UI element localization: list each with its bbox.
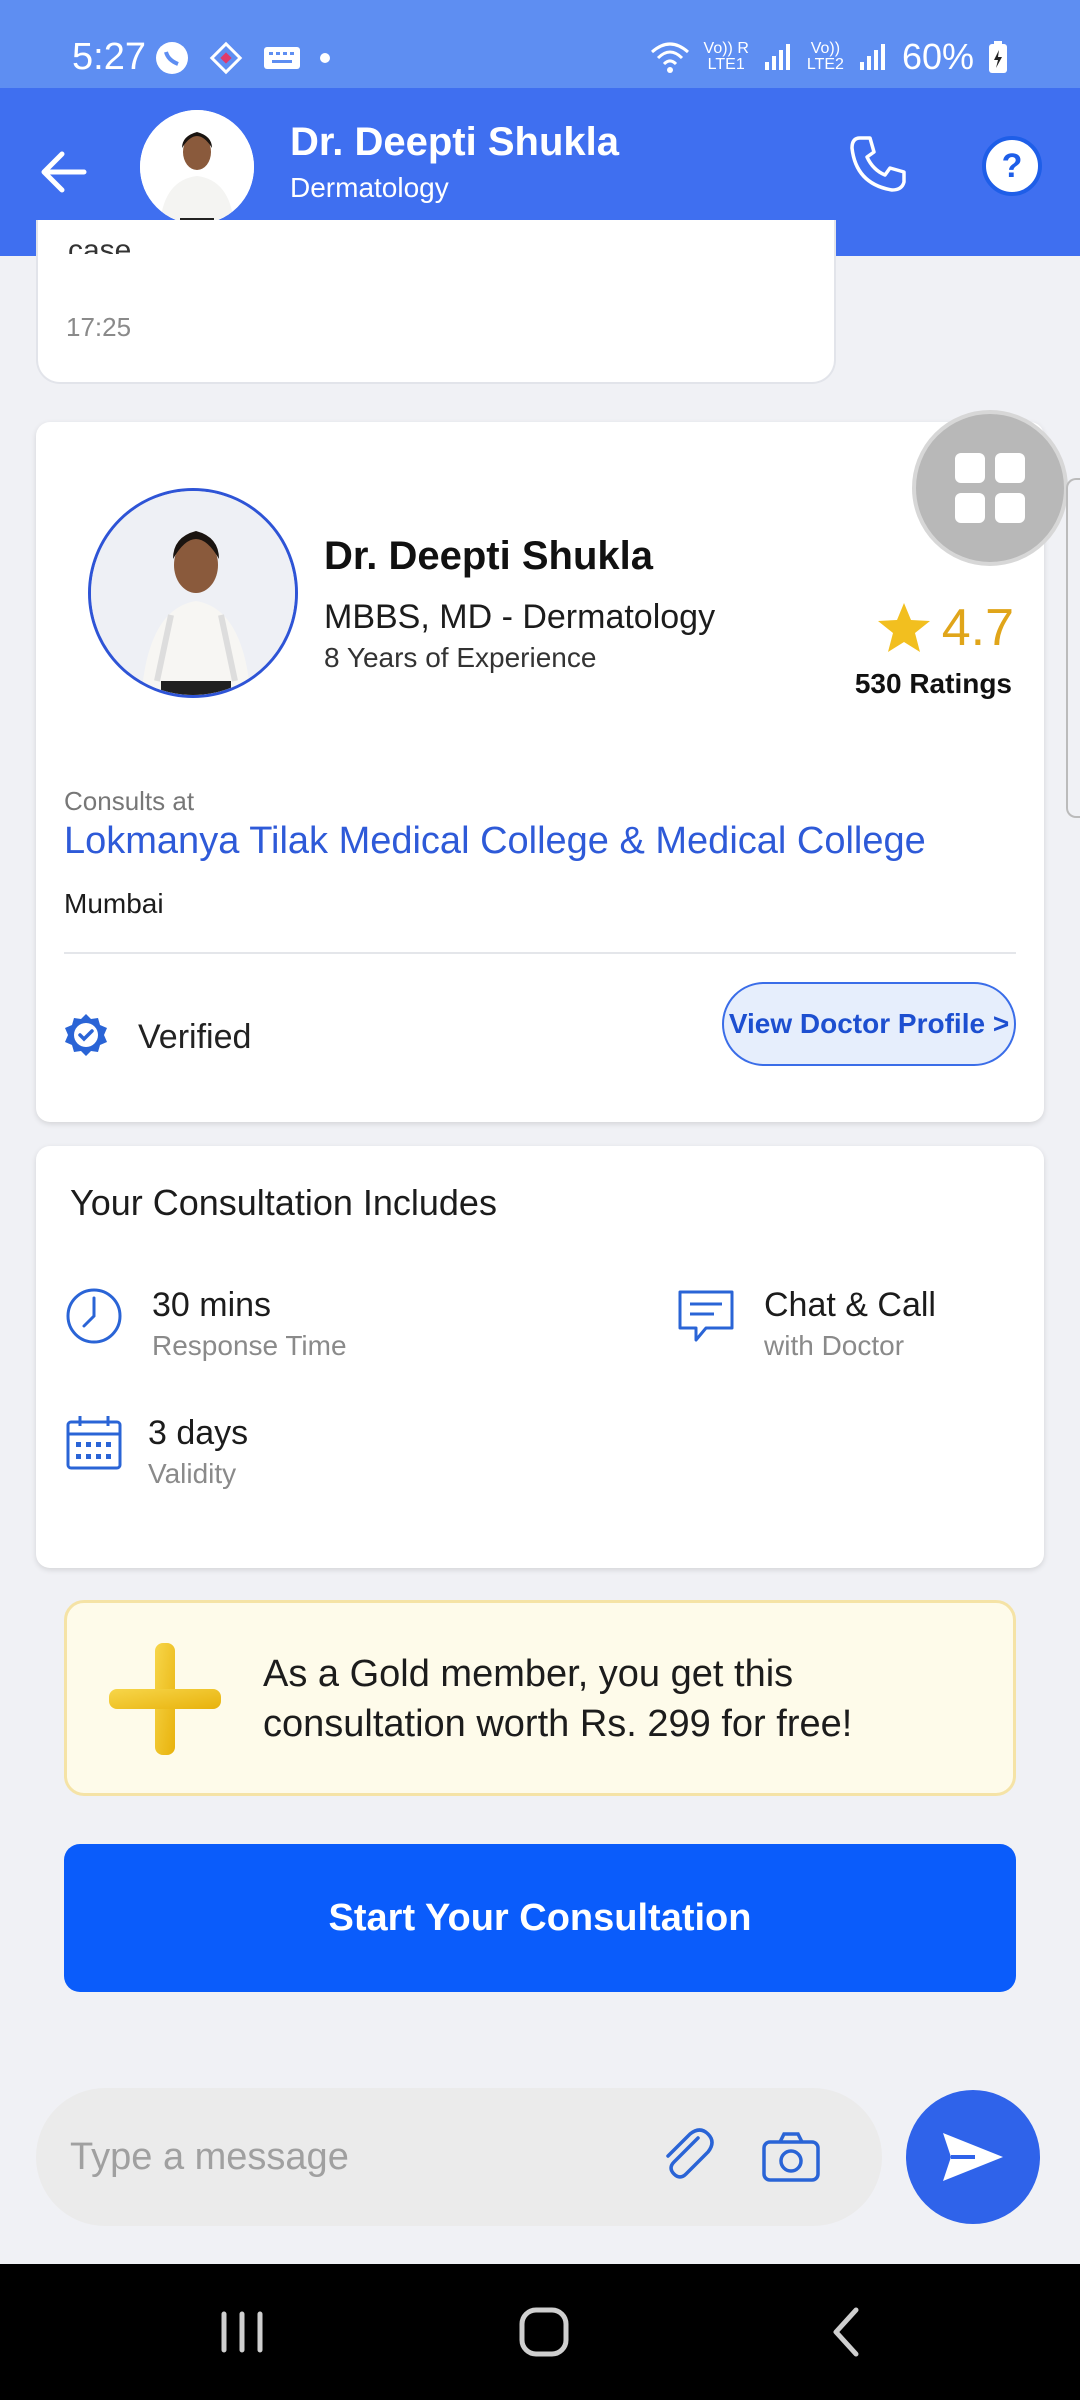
gold-plus-icon bbox=[109, 1643, 221, 1755]
message-composer bbox=[36, 2088, 882, 2226]
consultation-title: Your Consultation Includes bbox=[70, 1182, 497, 1223]
nav-back-icon[interactable] bbox=[812, 2296, 884, 2368]
doctor-experience: 8 Years of Experience bbox=[324, 642, 597, 673]
gold-banner-text: As a Gold member, you get this consultat… bbox=[263, 1653, 853, 1745]
consults-at-label: Consults at bbox=[64, 786, 195, 816]
response-time-label: Response Time bbox=[152, 1330, 347, 1361]
doctor-photo bbox=[88, 488, 298, 698]
start-consultation-button[interactable]: Start Your Consultation bbox=[64, 1844, 1016, 1992]
help-button[interactable]: ? bbox=[982, 136, 1042, 196]
validity-label: Validity bbox=[148, 1458, 237, 1489]
chat-icon bbox=[678, 1290, 734, 1342]
home-icon[interactable] bbox=[508, 2296, 580, 2368]
signal-icon-2 bbox=[859, 44, 885, 70]
chat-call-label: with Doctor bbox=[764, 1330, 905, 1361]
send-icon bbox=[943, 2133, 1003, 2181]
sim2-label: Vo)) LTE2 bbox=[806, 40, 844, 73]
signal-icon-1 bbox=[764, 44, 790, 70]
response-time-item: 30 mins Response Time bbox=[64, 1286, 464, 1376]
app-diamond-icon bbox=[209, 41, 243, 75]
message-partial-text: case. bbox=[68, 234, 140, 254]
status-bar: 5:27 Vo)) R LTE1 Vo)) LTE2 60% bbox=[0, 0, 1080, 88]
back-arrow-icon[interactable] bbox=[36, 134, 92, 210]
grid-cell bbox=[955, 453, 985, 483]
recent-apps-icon[interactable] bbox=[206, 2296, 278, 2368]
doctor-avatar[interactable] bbox=[140, 110, 254, 224]
sim1-label: Vo)) R LTE1 bbox=[703, 40, 749, 73]
notification-icons bbox=[154, 40, 330, 76]
battery-icon bbox=[989, 41, 1007, 73]
system-nav-bar bbox=[0, 2264, 1080, 2400]
view-doctor-profile-button[interactable]: View Doctor Profile > bbox=[722, 982, 1016, 1066]
verified-label: Verified bbox=[138, 1018, 252, 1056]
consultation-includes-card: Your Consultation Includes 30 mins Respo… bbox=[36, 1146, 1044, 1568]
doctor-name: Dr. Deepti Shukla bbox=[324, 534, 653, 578]
chat-call-item: Chat & Call with Doctor bbox=[676, 1286, 1016, 1376]
verified-badge-icon bbox=[65, 1014, 107, 1056]
doctor-card: Dr. Deepti Shukla MBBS, MD - Dermatology… bbox=[36, 422, 1044, 1122]
grid-menu-button[interactable] bbox=[912, 410, 1068, 566]
validity-value: 3 days bbox=[148, 1414, 249, 1452]
notification-dot bbox=[320, 53, 330, 63]
grid-cell bbox=[955, 493, 985, 523]
status-time: 5:27 bbox=[72, 36, 146, 78]
ratings-count: 530 Ratings bbox=[854, 668, 1012, 699]
message-input[interactable] bbox=[70, 2118, 630, 2196]
wifi-icon bbox=[650, 42, 689, 73]
send-button[interactable] bbox=[906, 2090, 1040, 2224]
attachment-icon[interactable] bbox=[654, 2124, 720, 2190]
phone-call-icon[interactable] bbox=[846, 132, 910, 196]
edge-panel-handle[interactable] bbox=[1066, 478, 1080, 818]
battery-percent: 60% bbox=[901, 36, 974, 77]
grid-cell bbox=[995, 453, 1025, 483]
keyboard-icon bbox=[264, 47, 300, 69]
hospital-city: Mumbai bbox=[64, 888, 164, 919]
chat-call-value: Chat & Call bbox=[764, 1286, 936, 1324]
header-specialty: Dermatology bbox=[290, 172, 449, 203]
calendar-icon bbox=[66, 1416, 122, 1470]
whatsapp-icon bbox=[156, 42, 188, 74]
rating-value: 4.7 bbox=[941, 599, 1014, 657]
header-doctor-name: Dr. Deepti Shukla bbox=[290, 120, 619, 164]
gold-member-banner: As a Gold member, you get this consultat… bbox=[64, 1600, 1016, 1796]
doctor-degree: MBBS, MD - Dermatology bbox=[324, 598, 716, 636]
star-icon bbox=[877, 603, 930, 652]
camera-icon[interactable] bbox=[760, 2126, 822, 2188]
previous-message-bubble: case. 17:25 bbox=[36, 220, 836, 384]
message-time: 17:25 bbox=[66, 312, 132, 342]
doctor-avatar-image bbox=[140, 110, 254, 224]
response-time-value: 30 mins bbox=[152, 1286, 272, 1324]
doctor-rating: 4.7 bbox=[876, 598, 1014, 658]
clock-icon bbox=[66, 1288, 122, 1344]
status-right: Vo)) R LTE1 Vo)) LTE2 60% bbox=[650, 36, 1008, 78]
grid-cell bbox=[995, 493, 1025, 523]
hospital-name[interactable]: Lokmanya Tilak Medical College & Medical… bbox=[64, 820, 926, 863]
card-divider bbox=[64, 952, 1016, 954]
validity-item: 3 days Validity bbox=[64, 1414, 464, 1504]
